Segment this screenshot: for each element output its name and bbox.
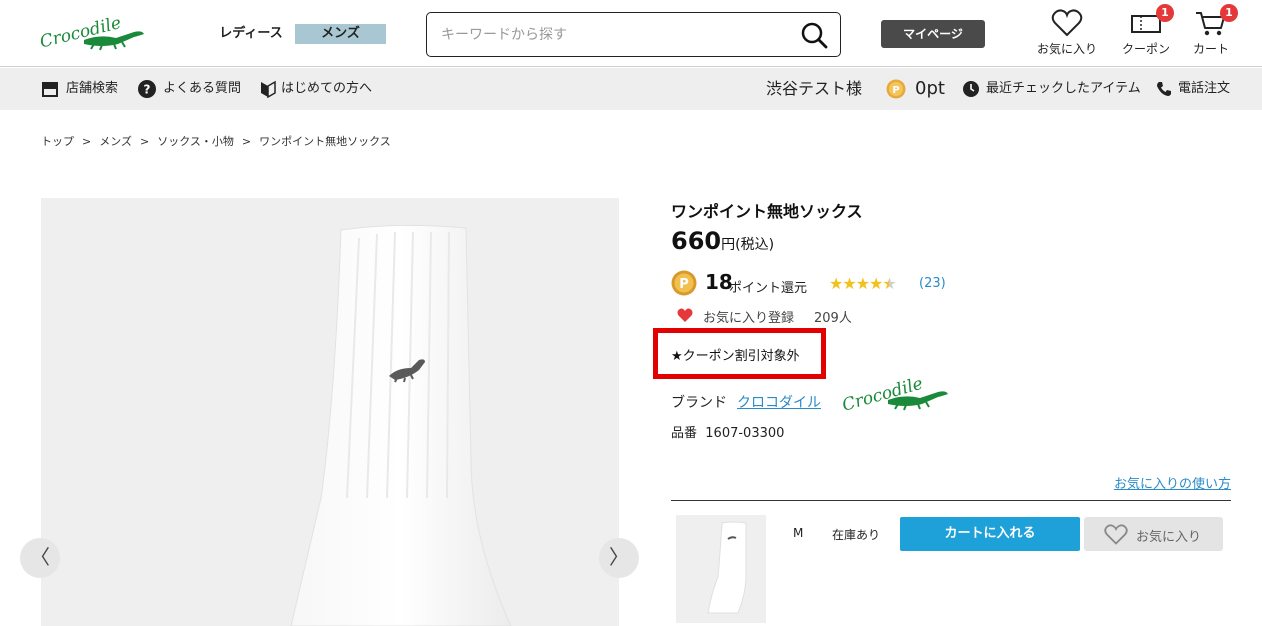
sub-navigation: 店舗検索 ? よくある質問 はじめての方へ 渋谷テスト様 P 0pt 最近チェッ… <box>0 68 1262 110</box>
add-favorite-button[interactable]: お気に入り <box>1084 517 1223 551</box>
sku-value: 1607-03300 <box>705 426 785 441</box>
svg-text:P: P <box>892 85 899 96</box>
product-title: ワンポイント無地ソックス <box>671 202 863 221</box>
point-coin-icon: P <box>886 79 906 99</box>
favorite-count: 209人 <box>814 311 852 326</box>
gallery-next-button[interactable]: 〉 <box>599 538 639 578</box>
user-name[interactable]: 渋谷テスト様 <box>766 68 862 110</box>
sock-thumbnail-image <box>707 521 747 614</box>
points-rating-row: P 18 ポイント還元 ★★★★★ (23) <box>671 270 971 298</box>
sock-image <box>290 224 512 626</box>
store-search-label: 店舗検索 <box>66 81 119 96</box>
sku-label: 品番 <box>671 426 698 441</box>
mypage-button[interactable]: マイページ <box>881 20 985 48</box>
breadcrumb-separator: > <box>241 135 252 148</box>
coupon-exclusion-notice: ★クーポン割引対象外 <box>653 328 826 379</box>
star-icon: ★ <box>829 274 843 293</box>
breadcrumb-separator: > <box>82 135 92 148</box>
price-value: 660 <box>671 227 722 255</box>
breadcrumb-mens[interactable]: メンズ <box>99 133 132 149</box>
heart-filled-icon <box>677 308 693 322</box>
product-price: 660円(税込) <box>671 227 774 255</box>
cart-badge: 1 <box>1220 4 1238 22</box>
favorites-link[interactable]: お気に入り <box>1027 8 1107 60</box>
breadcrumb-category[interactable]: ソックス・小物 <box>157 133 234 149</box>
heart-outline-icon <box>1104 524 1128 545</box>
point-coin-icon: P <box>671 270 697 296</box>
brand-logo-small[interactable]: Crocodile <box>838 374 950 416</box>
beginner-mark-icon <box>261 80 276 98</box>
faq-link[interactable]: ? よくある質問 <box>138 68 248 110</box>
price-unit: 円(税込) <box>721 237 775 253</box>
brand-link[interactable]: クロコダイル <box>737 392 821 412</box>
first-time-link[interactable]: はじめての方へ <box>260 68 380 110</box>
add-favorite-label: お気に入り <box>1136 530 1202 545</box>
cart-label: カート <box>1192 42 1229 56</box>
first-time-label: はじめての方へ <box>281 81 373 96</box>
svg-text:?: ? <box>144 83 151 97</box>
search-icon[interactable] <box>800 21 828 49</box>
breadcrumb-separator: > <box>140 135 150 148</box>
svg-text:P: P <box>679 277 689 292</box>
svg-text:Crocodile: Crocodile <box>38 14 123 53</box>
tab-mens[interactable]: メンズ <box>295 24 386 44</box>
cart-link[interactable]: 1 カート <box>1171 4 1251 60</box>
coupon-notice-text: ★クーポン割引対象外 <box>671 349 800 364</box>
clock-icon <box>963 81 979 97</box>
site-header: Crocodile レディース メンズ マイページ お気に入り 1 クーポン 1… <box>0 0 1262 67</box>
recent-items-link[interactable]: 最近チェックしたアイテム <box>963 68 1143 110</box>
brand-label: ブランド <box>671 395 727 411</box>
variant-thumbnail[interactable] <box>676 515 766 623</box>
phone-icon <box>1157 82 1171 96</box>
variant-size: M <box>793 526 804 540</box>
breadcrumb: トップ > メンズ > ソックス・小物 > ワンポイント無地ソックス <box>41 133 391 149</box>
breadcrumb-top[interactable]: トップ <box>41 133 74 149</box>
favorite-howto-link[interactable]: お気に入りの使い方 <box>1114 473 1231 492</box>
recent-items-label: 最近チェックしたアイテム <box>986 81 1141 96</box>
favorites-label: お気に入り <box>1036 42 1097 56</box>
faq-label: よくある質問 <box>163 81 242 96</box>
points-value: 0pt <box>915 78 945 99</box>
star-icon: ★ <box>855 274 870 293</box>
star-icon: ★ <box>869 274 883 293</box>
brand-logo[interactable]: Crocodile <box>38 14 146 54</box>
favorite-label: お気に入り登録 <box>703 311 795 326</box>
tab-ladies[interactable]: レディース <box>210 24 292 44</box>
add-to-cart-button[interactable]: カートに入れる <box>900 517 1080 551</box>
product-main-image[interactable] <box>41 198 619 626</box>
star-icon: ★ <box>842 274 856 293</box>
variant-stock: 在庫あり <box>832 528 881 542</box>
review-count-link[interactable]: (23) <box>919 276 946 291</box>
search-bar <box>426 12 841 57</box>
sku-row: 品番 1607-03300 <box>671 422 784 441</box>
points-display[interactable]: P 0pt <box>886 68 946 110</box>
store-search-link[interactable]: 店舗検索 <box>41 68 121 110</box>
points-label: ポイント還元 <box>729 281 808 296</box>
store-icon <box>42 82 58 97</box>
section-divider <box>671 500 1231 501</box>
breadcrumb-current: ワンポイント無地ソックス <box>259 135 391 148</box>
question-icon: ? <box>138 80 156 98</box>
user-name-label: 渋谷テスト様 <box>766 79 863 98</box>
phone-order-label: 電話注文 <box>1178 81 1231 96</box>
phone-order-link[interactable]: 電話注文 <box>1156 68 1236 110</box>
search-input[interactable] <box>441 23 781 47</box>
heart-outline-icon <box>1051 9 1083 37</box>
gallery-prev-button[interactable]: 〈 <box>20 538 60 578</box>
svg-text:Crocodile: Crocodile <box>840 374 925 416</box>
star-rating: ★★★★★ <box>829 274 897 293</box>
half-star-icon: ★ <box>882 274 896 293</box>
